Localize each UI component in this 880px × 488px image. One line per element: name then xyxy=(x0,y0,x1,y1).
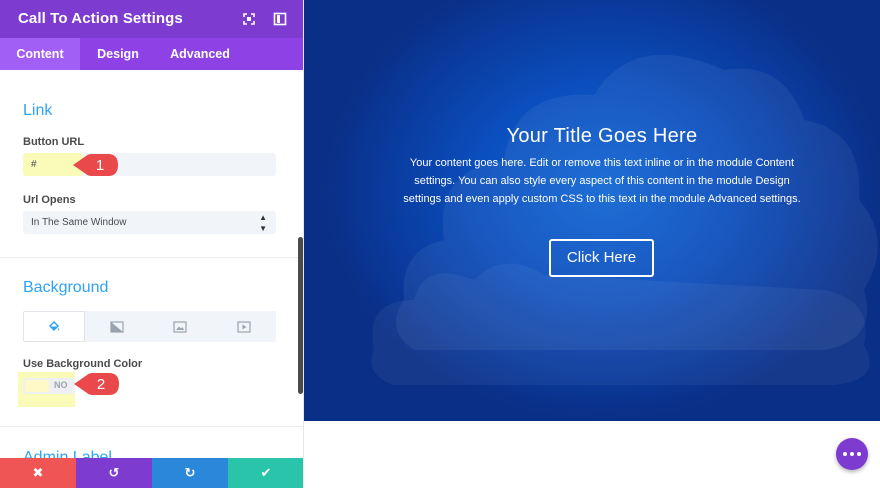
settings-panel: Call To Action Settings Content Design A… xyxy=(0,0,304,488)
redo-icon: ↻ xyxy=(184,465,196,480)
undo-icon: ↺ xyxy=(108,465,120,480)
image-icon[interactable] xyxy=(149,311,211,342)
select-arrows-icon: ▲ ▼ xyxy=(259,213,267,233)
toggle-state-text: NO xyxy=(54,380,68,390)
discard-button[interactable]: ✖ xyxy=(0,458,76,488)
cloud-shapes xyxy=(371,54,878,385)
link-section-title[interactable]: Link xyxy=(23,102,52,120)
callout-number-2: 2 xyxy=(97,376,105,393)
tab-advanced[interactable]: Advanced xyxy=(156,38,244,70)
button-url-label: Button URL xyxy=(23,136,85,148)
checkmark-icon: ✔ xyxy=(260,465,272,480)
dot xyxy=(857,452,861,456)
panel-scrollbar[interactable] xyxy=(298,237,303,394)
cta-title[interactable]: Your Title Goes Here xyxy=(304,125,880,148)
dock-panel-icon[interactable] xyxy=(272,11,288,27)
paint-bucket-icon[interactable] xyxy=(23,311,85,342)
panel-body: Link Button URL # Url Opens In The Same … xyxy=(0,70,303,458)
close-icon: ✖ xyxy=(32,465,44,480)
section-divider xyxy=(0,426,303,427)
dot xyxy=(843,452,847,456)
more-options-button[interactable] xyxy=(836,438,868,470)
module-preview: Your Title Goes Here Your content goes h… xyxy=(304,0,880,421)
gradient-icon[interactable] xyxy=(86,311,148,342)
callout-marker-1: 1 xyxy=(70,148,124,182)
background-type-tabs xyxy=(23,311,276,342)
url-opens-label: Url Opens xyxy=(23,194,76,206)
undo-button[interactable]: ↺ xyxy=(76,458,152,488)
url-opens-value: In The Same Window xyxy=(31,217,127,228)
dot xyxy=(850,452,854,456)
admin-label-section-title[interactable]: Admin Label xyxy=(23,449,112,458)
video-icon[interactable] xyxy=(213,311,275,342)
use-background-color-toggle[interactable]: NO xyxy=(23,378,75,394)
expand-icon[interactable] xyxy=(241,11,257,27)
background-section-title[interactable]: Background xyxy=(23,279,108,297)
cta-button[interactable]: Click Here xyxy=(549,239,654,277)
url-opens-select[interactable]: In The Same Window ▲ ▼ xyxy=(23,211,276,234)
redo-button[interactable]: ↻ xyxy=(152,458,228,488)
settings-tabs: Content Design Advanced xyxy=(0,38,303,70)
tab-content[interactable]: Content xyxy=(0,38,80,70)
toggle-knob xyxy=(25,380,49,392)
action-bar: ✖ ↺ ↻ ✔ xyxy=(0,458,303,488)
cta-body-text[interactable]: Your content goes here. Edit or remove t… xyxy=(400,154,804,208)
save-button[interactable]: ✔ xyxy=(228,458,303,488)
panel-title: Call To Action Settings xyxy=(18,10,183,27)
section-divider xyxy=(0,257,303,258)
button-url-value: # xyxy=(31,159,37,170)
panel-header: Call To Action Settings xyxy=(0,0,303,38)
callout-marker-2: 2 xyxy=(71,367,125,401)
callout-number-1: 1 xyxy=(96,157,104,174)
tab-design[interactable]: Design xyxy=(80,38,156,70)
